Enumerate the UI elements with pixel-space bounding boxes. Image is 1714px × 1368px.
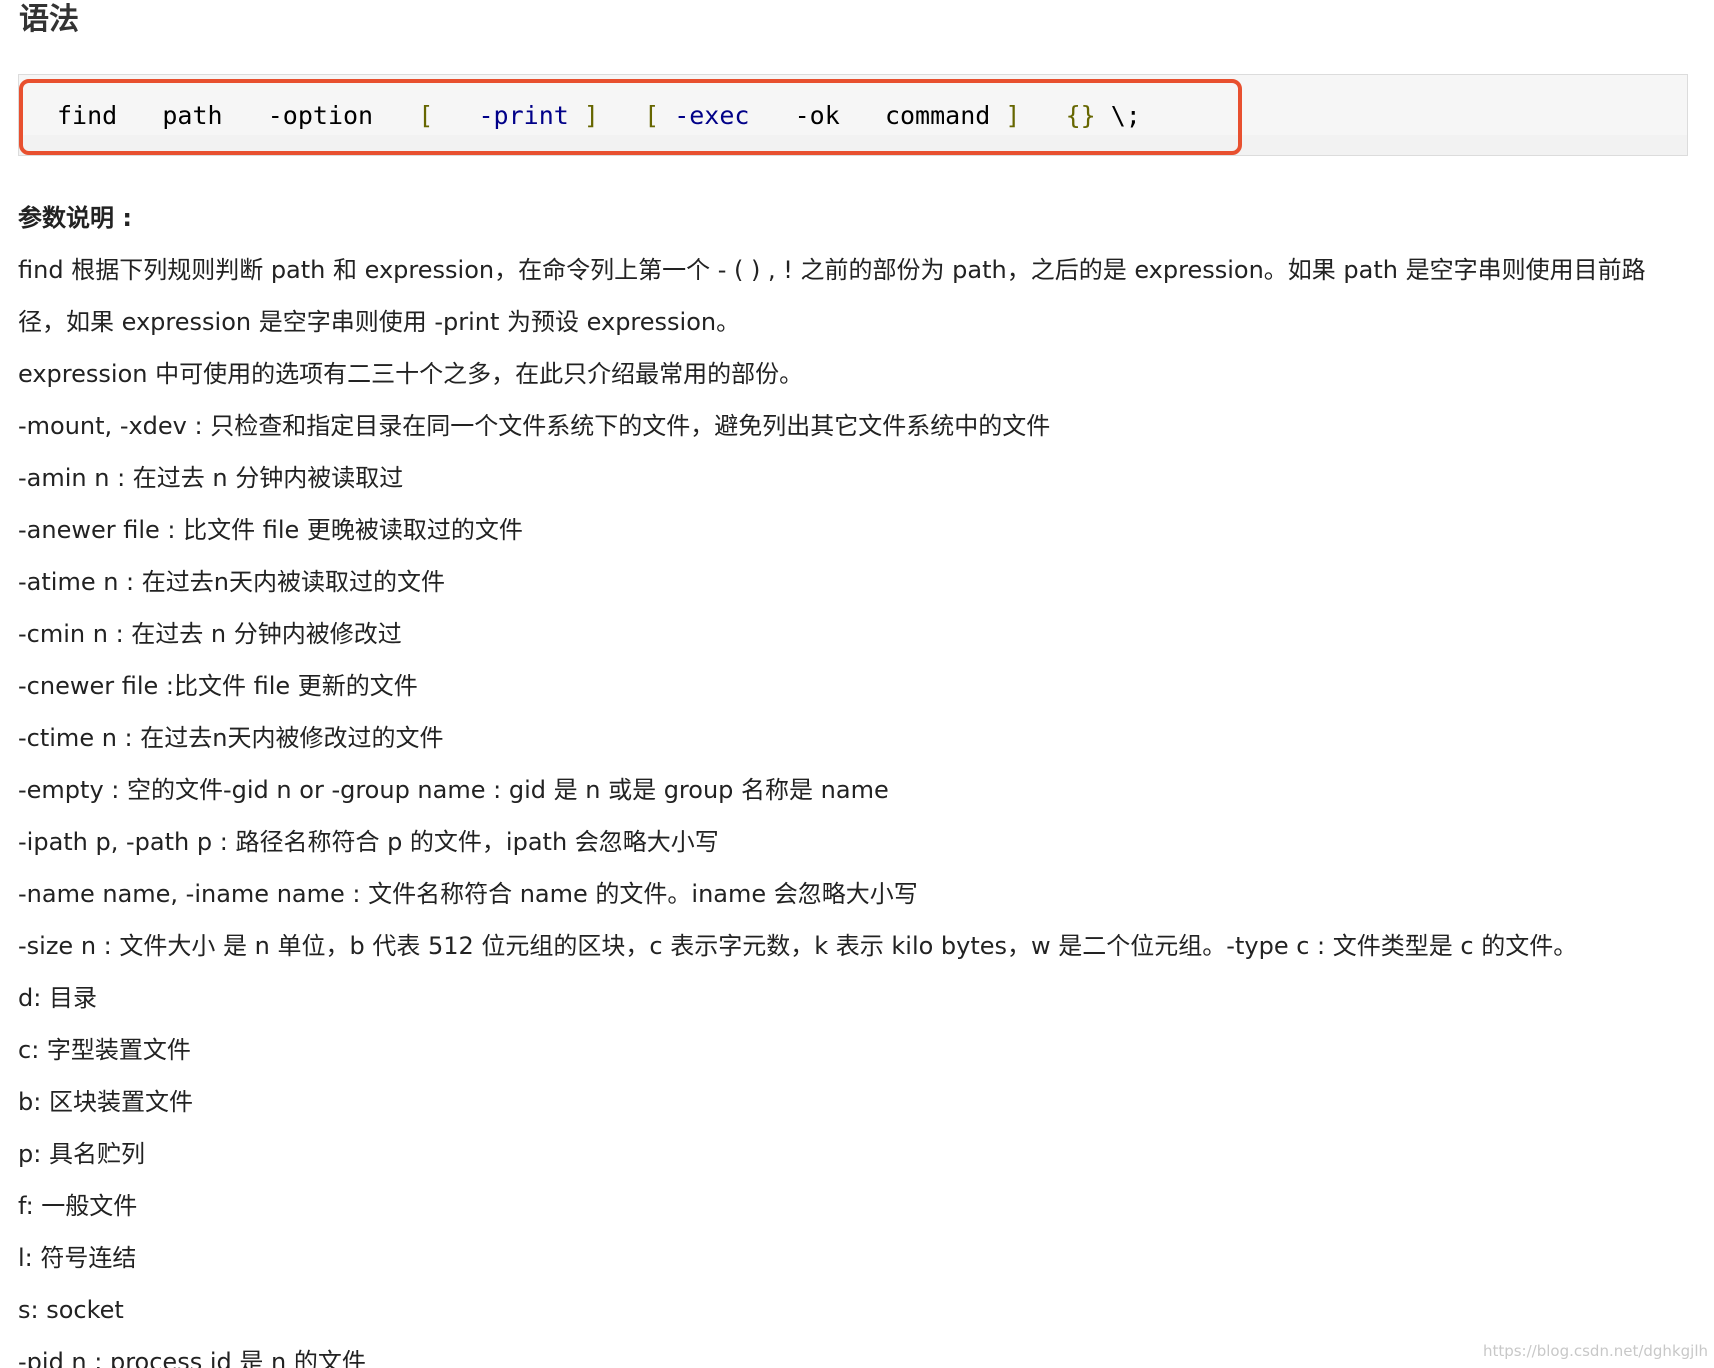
type-directory: d: 目录: [18, 984, 97, 1012]
option-empty: -empty : 空的文件-gid n or -group name : gid…: [18, 776, 889, 804]
option-ipath: -ipath p, -path p : 路径名称符合 p 的文件，ipath 会…: [18, 828, 719, 856]
paragraph-options-note: expression 中可使用的选项有二三十个之多，在此只介绍最常用的部份。: [18, 360, 804, 388]
option-cmin: -cmin n : 在过去 n 分钟内被修改过: [18, 620, 402, 648]
section-title: 参数说明 :: [18, 204, 132, 232]
type-regular-file: f: 一般文件: [18, 1192, 138, 1220]
type-symlink: l: 符号连结: [18, 1244, 137, 1272]
option-atime: -atime n : 在过去n天内被读取过的文件: [18, 568, 445, 596]
section-heading: 语法: [19, 2, 79, 37]
type-socket: s: socket: [18, 1296, 124, 1324]
option-cnewer: -cnewer file :比文件 file 更新的文件: [18, 672, 418, 700]
option-mount: -mount, -xdev : 只检查和指定目录在同一个文件系统下的文件，避免列…: [18, 412, 1051, 440]
option-size: -size n : 文件大小 是 n 单位，b 代表 512 位元组的区块，c …: [18, 932, 1578, 960]
parameter-description: 参数说明 : find 根据下列规则判断 path 和 expression，在…: [18, 192, 1688, 1368]
highlight-annotation-frame: [19, 79, 1242, 155]
option-amin: -amin n : 在过去 n 分钟内被读取过: [18, 464, 404, 492]
type-char-device: c: 字型装置文件: [18, 1036, 191, 1064]
paragraph-intro: find 根据下列规则判断 path 和 expression，在命令列上第一个…: [18, 256, 1646, 336]
option-name: -name name, -iname name : 文件名称符合 name 的文…: [18, 880, 918, 908]
option-ctime: -ctime n : 在过去n天内被修改过的文件: [18, 724, 444, 752]
watermark: https://blog.csdn.net/dghkgjlh: [1482, 1342, 1708, 1360]
type-block-device: b: 区块装置文件: [18, 1088, 193, 1116]
option-pid: -pid n : process id 是 n 的文件: [18, 1348, 366, 1368]
option-anewer: -anewer file : 比文件 file 更晚被读取过的文件: [18, 516, 523, 544]
type-named-pipe: p: 具名贮列: [18, 1140, 145, 1168]
